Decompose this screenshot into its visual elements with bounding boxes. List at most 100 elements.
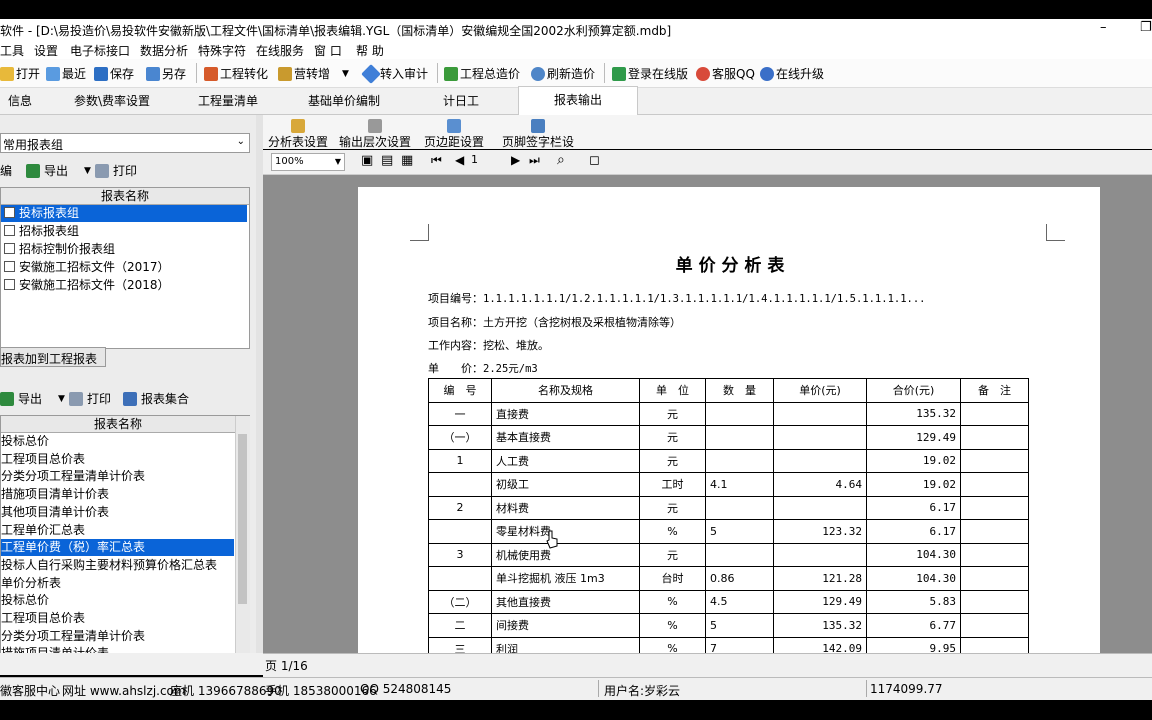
checkbox[interactable]	[4, 279, 15, 290]
report-list-item[interactable]: 投标人自行采购主要材料预算价格汇总表	[1, 557, 234, 574]
column-header: 单价(元)	[773, 378, 867, 403]
margin-icon	[447, 119, 461, 133]
chevron-down-icon[interactable]: ▼	[342, 69, 349, 79]
minimize-button[interactable]: –	[1100, 20, 1107, 35]
report-group-item[interactable]: 招标控制价报表组	[1, 241, 247, 258]
panel-splitter[interactable]	[256, 115, 263, 653]
zoom-icon[interactable]: ⌕	[557, 152, 565, 168]
convert-button[interactable]: 工程转化	[204, 65, 268, 82]
report-list-item[interactable]: 分类分项工程量清单计价表	[1, 628, 234, 645]
preview-toolbar: 100% ▼ ▣ ▤ ▦ ⏮ ◀ 1 ▶ ⏭ ⌕ ◻	[263, 150, 1152, 175]
tab-unit-price[interactable]: 基础单价编制	[290, 88, 398, 114]
table-row: 2 材料费元 6.17	[428, 495, 1029, 520]
report-group-select[interactable]: 常用报表组 ⌄	[0, 133, 250, 153]
report-list-item[interactable]: 单价分析表	[1, 575, 234, 592]
total-amount: 1174099.77	[870, 682, 943, 696]
zoom-select[interactable]: 100% ▼	[271, 153, 345, 171]
multi-page-icon[interactable]: ▦	[401, 153, 413, 168]
chevron-down-icon: ⌄	[236, 136, 245, 147]
tab-info[interactable]: 信息	[0, 88, 40, 114]
report-list-item[interactable]: 投标总价	[1, 592, 234, 609]
export-button[interactable]: 导出	[18, 390, 42, 407]
toolbar-separator	[437, 63, 438, 83]
refresh-price-button[interactable]: 刷新造价	[531, 65, 595, 82]
camp-convert-button[interactable]: 营转增 ▼	[278, 65, 349, 82]
report-group-label: 投标报表组	[19, 206, 80, 220]
page-input[interactable]: 1	[471, 153, 509, 166]
upgrade-button[interactable]: 在线升级	[760, 65, 824, 82]
bottom-action-bar: 导出 ▼ 打印 报表集合	[0, 390, 189, 407]
next-page-icon[interactable]: ▶	[511, 153, 520, 167]
edit-button[interactable]: 编	[0, 162, 12, 179]
save-button[interactable]: 保存	[94, 65, 134, 82]
report-list-item[interactable]: 工程单价费（税）率汇总表	[1, 539, 234, 557]
add-to-project-button[interactable]: 报表加到工程报表	[0, 347, 106, 367]
viewer-right-margin	[1100, 187, 1152, 653]
menu-help[interactable]: 帮 助	[356, 42, 384, 59]
scrollbar-thumb[interactable]	[238, 434, 247, 604]
collection-button[interactable]: 报表集合	[141, 390, 189, 407]
report-list-item[interactable]: 投标总价	[1, 433, 234, 450]
report-list-item[interactable]: 措施项目清单计价表	[1, 486, 234, 503]
analysis-settings-button[interactable]: 分析表设置	[267, 119, 329, 150]
save-as-button[interactable]: 另存	[146, 65, 186, 82]
service-qq-button[interactable]: 客服QQ	[696, 65, 755, 82]
table-cell	[960, 448, 1029, 473]
report-group-item[interactable]: 安徽施工招标文件（2017）	[1, 259, 247, 276]
chevron-down-icon[interactable]: ▼	[58, 394, 65, 404]
table-cell: 6.17	[866, 495, 961, 520]
output-level-button[interactable]: 输出层次设置	[337, 119, 413, 150]
qq-number: QQ 524808145	[360, 682, 452, 696]
table-cell: 1	[428, 448, 492, 473]
tab-daywork[interactable]: 计日工	[416, 88, 506, 114]
export-button[interactable]: 导出	[44, 162, 68, 179]
restore-button[interactable]: ❐	[1140, 20, 1152, 35]
tab-bill-of-quantities[interactable]: 工程量清单	[184, 88, 272, 114]
diamond-icon	[361, 63, 381, 84]
print-button[interactable]: 打印	[113, 162, 137, 179]
print-button[interactable]: 打印	[87, 390, 111, 407]
first-page-icon[interactable]: ⏮	[431, 153, 442, 168]
report-list-item[interactable]: 工程项目总价表	[1, 610, 234, 627]
report-group-item[interactable]: 投标报表组	[1, 205, 247, 222]
report-list-item[interactable]: 工程项目总价表	[1, 451, 234, 468]
page-width-icon[interactable]: ▤	[381, 153, 393, 168]
login-online-button[interactable]: 登录在线版	[612, 65, 688, 82]
refresh-icon	[531, 66, 545, 81]
menu-settings[interactable]: 设置	[34, 42, 58, 59]
menu-online-service[interactable]: 在线服务	[256, 42, 304, 59]
report-list-item[interactable]: 工程单价汇总表	[1, 522, 234, 539]
table-cell: 初级工	[491, 472, 640, 497]
checkbox[interactable]	[4, 243, 15, 254]
column-header: 编 号	[428, 378, 492, 403]
tab-report-output[interactable]: 报表输出	[518, 86, 638, 116]
chevron-down-icon[interactable]: ▼	[84, 166, 91, 176]
fullscreen-icon[interactable]: ◻	[589, 153, 600, 168]
page-status-bar: 页 1/16	[263, 653, 1152, 676]
report-group-item[interactable]: 安徽施工招标文件（2018）	[1, 277, 247, 294]
menu-special-chars[interactable]: 特殊字符	[198, 42, 246, 59]
checkbox[interactable]	[4, 207, 15, 218]
prev-page-icon[interactable]: ◀	[455, 153, 464, 167]
import-audit-button[interactable]: 转入审计	[361, 63, 428, 84]
single-page-icon[interactable]: ▣	[361, 153, 373, 168]
menu-tools[interactable]: 工具	[0, 42, 24, 59]
menu-e-bid[interactable]: 电子标接口	[70, 42, 130, 59]
report-list-item[interactable]: 其他项目清单计价表	[1, 504, 234, 521]
tab-parameters[interactable]: 参数\费率设置	[56, 88, 168, 114]
last-page-icon[interactable]: ⏭	[529, 153, 540, 168]
report-list-item[interactable]: 分类分项工程量清单计价表	[1, 468, 234, 485]
recent-button[interactable]: 最近	[46, 65, 86, 82]
menu-window[interactable]: 窗 口	[314, 42, 342, 59]
checkbox[interactable]	[4, 225, 15, 236]
total-price-button[interactable]: 工程总造价	[444, 65, 520, 82]
vertical-scrollbar[interactable]	[235, 416, 250, 670]
menu-data-analysis[interactable]: 数据分析	[140, 42, 188, 59]
open-button[interactable]: 打开	[0, 65, 40, 82]
margin-settings-button[interactable]: 页边距设置	[423, 119, 485, 150]
report-group-label: 安徽施工招标文件（2018）	[19, 278, 170, 292]
folder-icon	[0, 66, 14, 81]
report-group-item[interactable]: 招标报表组	[1, 223, 247, 240]
checkbox[interactable]	[4, 261, 15, 272]
table-cell: 3	[428, 542, 492, 567]
